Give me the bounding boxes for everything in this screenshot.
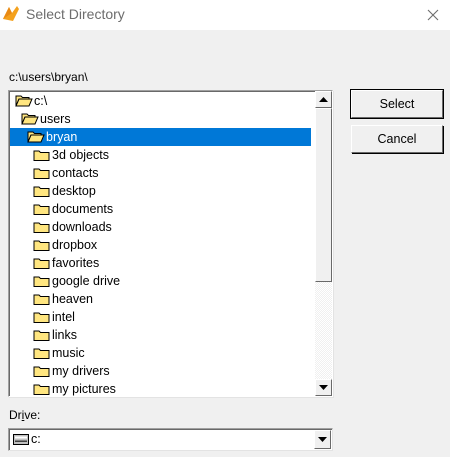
tree-item-label: heaven (52, 292, 94, 306)
drive-dropdown-button[interactable] (314, 430, 331, 449)
tree-item-label: google drive (52, 274, 121, 288)
drive-label: Drive: (9, 408, 40, 422)
tree-item-label: documents (52, 202, 114, 216)
folder-icon (33, 186, 50, 197)
close-button[interactable] (416, 0, 450, 30)
tree-item[interactable]: my pictures (9, 380, 311, 396)
folder-icon (33, 222, 50, 233)
folder-icon (33, 240, 50, 251)
tree-item-label: users (40, 112, 71, 126)
tree-item[interactable]: intel (9, 308, 311, 326)
folder-icon (33, 150, 50, 161)
tree-item-label: favorites (52, 256, 100, 270)
tree-item[interactable]: desktop (9, 182, 311, 200)
close-icon (427, 9, 439, 21)
tree-item[interactable]: contacts (9, 164, 311, 182)
current-path-label: c:\users\bryan\ (9, 70, 88, 84)
drive-label-suffix: ve: (24, 408, 41, 422)
tree-item[interactable]: dropbox (9, 236, 311, 254)
select-button[interactable]: Select (350, 89, 444, 119)
tree-item[interactable]: google drive (9, 272, 311, 290)
cancel-button[interactable]: Cancel (351, 125, 443, 153)
folder-icon (33, 258, 50, 269)
folder-icon (33, 294, 50, 305)
scroll-down-arrow-icon (319, 385, 328, 390)
tree-item-label: downloads (52, 220, 112, 234)
scroll-thumb[interactable] (315, 108, 332, 282)
tree-item[interactable]: bryan (9, 128, 311, 146)
drive-icon (13, 434, 29, 445)
tree-item-label: c:\ (34, 94, 48, 108)
window-title: Select Directory (26, 6, 125, 22)
tree-item-label: my drivers (52, 364, 110, 378)
tree-item[interactable]: music (9, 344, 311, 362)
tree-item[interactable]: heaven (9, 290, 311, 308)
tree-item[interactable]: documents (9, 200, 311, 218)
drive-value: c: (31, 432, 41, 446)
folder-icon (33, 330, 50, 341)
directory-tree[interactable]: c:\ users bryan 3d objects contacts desktop do… (8, 90, 333, 397)
tree-item[interactable]: my drivers (9, 362, 311, 380)
open-folder-icon (21, 113, 39, 125)
tree-item[interactable]: users (9, 110, 311, 128)
open-folder-icon (15, 95, 33, 107)
tree-item-label: links (52, 328, 78, 342)
app-logo-icon (3, 6, 19, 21)
tree-item[interactable]: favorites (9, 254, 311, 272)
vertical-scrollbar[interactable] (315, 91, 332, 396)
folder-icon (33, 312, 50, 323)
tree-item-label: 3d objects (52, 148, 109, 162)
folder-icon (33, 276, 50, 287)
chevron-down-icon (318, 437, 327, 442)
folder-icon (33, 384, 50, 395)
open-folder-icon (27, 131, 45, 143)
title-bar: Select Directory (0, 0, 450, 30)
tree-item-label: dropbox (52, 238, 98, 252)
tree-item-label: intel (52, 310, 75, 324)
tree-item-label: desktop (52, 184, 96, 198)
tree-item[interactable]: links (9, 326, 311, 344)
tree-item-label: my pictures (52, 382, 116, 396)
tree-item[interactable]: 3d objects (9, 146, 311, 164)
folder-icon (33, 204, 50, 215)
tree-item-label: bryan (46, 130, 78, 144)
scroll-up-arrow-icon (319, 97, 328, 102)
scroll-down-button[interactable] (315, 379, 332, 396)
tree-item[interactable]: downloads (9, 218, 311, 236)
tree-item[interactable]: c:\ (9, 92, 311, 110)
folder-icon (33, 168, 50, 179)
tree-item-label: music (52, 346, 85, 360)
folder-icon (33, 366, 50, 377)
drive-dropdown[interactable]: c: (8, 428, 333, 451)
drive-label-prefix: Dr (9, 408, 22, 422)
folder-icon (33, 348, 50, 359)
scroll-up-button[interactable] (315, 91, 332, 108)
tree-item-label: contacts (52, 166, 99, 180)
